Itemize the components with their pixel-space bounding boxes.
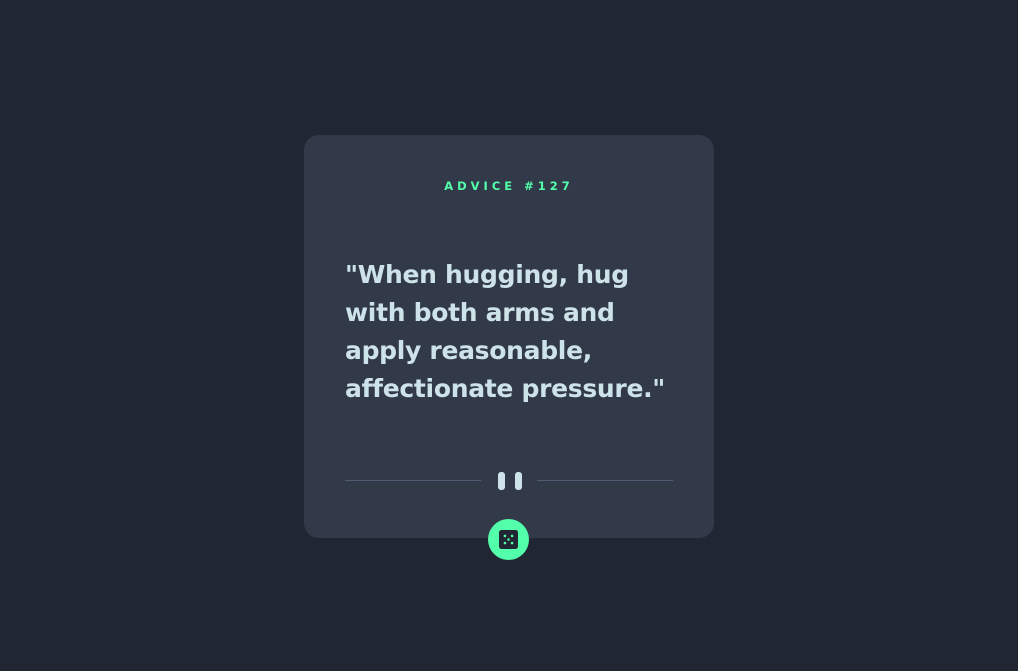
advice-id: ADVICE #127 xyxy=(444,179,574,193)
pattern-divider xyxy=(345,470,673,492)
advice-card: ADVICE #127 "When hugging, hug with both… xyxy=(304,135,714,538)
pause-icon xyxy=(498,472,522,490)
divider-line-left xyxy=(345,480,481,481)
advice-quote: "When hugging, hug with both arms and ap… xyxy=(345,260,666,403)
new-advice-button[interactable] xyxy=(488,519,529,560)
divider-line-right xyxy=(537,480,673,481)
dice-icon xyxy=(499,530,518,549)
